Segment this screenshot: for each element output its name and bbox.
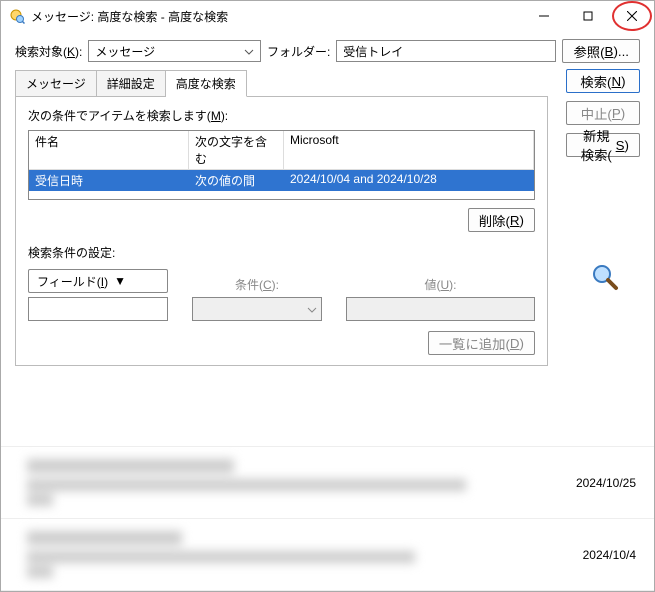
search-target-combo[interactable]: メッセージ — [88, 40, 261, 62]
results-list: 2024/10/25 2024/10/4 — [1, 446, 654, 591]
add-to-list-button[interactable]: 一覧に追加(D) — [428, 331, 535, 355]
search-globe-icon — [9, 8, 25, 24]
tab-advanced-settings[interactable]: 詳細設定 — [97, 70, 166, 97]
delete-button[interactable]: 削除(R) — [468, 208, 535, 232]
criteria-header-condition: 次の文字を含む — [189, 131, 284, 169]
window-buttons — [522, 1, 654, 31]
folder-label: フォルダー: — [267, 43, 330, 60]
criteria-settings-label: 検索条件の設定: — [28, 244, 535, 261]
condition-label: 条件(C): — [192, 276, 322, 293]
criteria-row-value: 2024/10/04 and 2024/10/28 — [284, 170, 534, 191]
field-group-condition: 条件(C): — [192, 276, 322, 321]
body: メッセージ 詳細設定 高度な検索 次の条件でアイテムを検索します(M): 件名 … — [1, 69, 654, 446]
new-search-button[interactable]: 新規検索(S) — [566, 133, 640, 157]
tab-strip: メッセージ 詳細設定 高度な検索 — [15, 69, 548, 96]
criteria-row[interactable]: 受信日時 次の値の間 2024/10/04 and 2024/10/28 — [29, 170, 534, 191]
result-date: 2024/10/4 — [556, 548, 636, 562]
field-group-value: 値(U): — [346, 276, 535, 321]
browse-button[interactable]: 参照(B)... — [562, 39, 640, 63]
criteria-row-field: 受信日時 — [29, 170, 189, 191]
stop-button[interactable]: 中止(P) — [566, 101, 640, 125]
criteria-instruction: 次の条件でアイテムを検索します(M): — [28, 107, 535, 124]
arrow-down-icon: ▼ — [114, 274, 126, 288]
result-preview-text — [27, 459, 544, 506]
search-target-value: メッセージ — [95, 43, 238, 60]
tab-messages[interactable]: メッセージ — [15, 70, 97, 97]
close-button[interactable] — [610, 1, 654, 31]
result-item[interactable]: 2024/10/25 — [1, 447, 654, 518]
folder-value: 受信トレイ — [343, 43, 403, 60]
tab-body: 次の条件でアイテムを検索します(M): 件名 次の文字を含む Microsoft… — [15, 96, 548, 366]
toolbar-row: 検索対象(K): メッセージ フォルダー: 受信トレイ 参照(B)... — [1, 31, 654, 69]
window: メッセージ: 高度な検索 - 高度な検索 検索対象(K): メッセージ フォルダ… — [0, 0, 655, 592]
window-title: メッセージ: 高度な検索 - 高度な検索 — [31, 8, 522, 25]
field-input[interactable] — [28, 297, 168, 321]
search-button[interactable]: 検索(N) — [566, 69, 640, 93]
magnifier-icon — [591, 263, 619, 294]
result-date: 2024/10/25 — [556, 476, 636, 490]
criteria-buttons: 削除(R) — [28, 208, 535, 232]
separator — [1, 590, 654, 591]
criteria-list[interactable]: 件名 次の文字を含む Microsoft 受信日時 次の値の間 2024/10/… — [28, 130, 535, 200]
field-group-field: フィールド(I) ▼ — [28, 269, 168, 321]
value-label: 値(U): — [346, 276, 535, 293]
add-button-row: 一覧に追加(D) — [28, 331, 535, 355]
folder-field[interactable]: 受信トレイ — [336, 40, 556, 62]
maximize-button[interactable] — [566, 1, 610, 31]
tab-advanced-search[interactable]: 高度な検索 — [166, 70, 247, 97]
condition-combo[interactable] — [192, 297, 322, 321]
chevron-down-icon — [244, 44, 254, 58]
criteria-header: 件名 次の文字を含む Microsoft — [29, 131, 534, 170]
criteria-header-field: 件名 — [29, 131, 189, 169]
left-pane: メッセージ 詳細設定 高度な検索 次の条件でアイテムを検索します(M): 件名 … — [15, 69, 548, 432]
minimize-button[interactable] — [522, 1, 566, 31]
result-item[interactable]: 2024/10/4 — [1, 519, 654, 590]
criteria-header-value: Microsoft — [284, 131, 534, 169]
value-input[interactable] — [346, 297, 535, 321]
criteria-row-condition: 次の値の間 — [189, 170, 284, 191]
search-target-label: 検索対象(K): — [15, 43, 82, 60]
chevron-down-icon — [307, 302, 317, 316]
field-dropdown[interactable]: フィールド(I) ▼ — [28, 269, 168, 293]
result-preview-text — [27, 531, 544, 578]
titlebar: メッセージ: 高度な検索 - 高度な検索 — [1, 1, 654, 31]
criteria-settings-row: フィールド(I) ▼ 条件(C): — [28, 269, 535, 321]
right-button-column: 検索(N) 中止(P) 新規検索(S) — [566, 69, 640, 432]
